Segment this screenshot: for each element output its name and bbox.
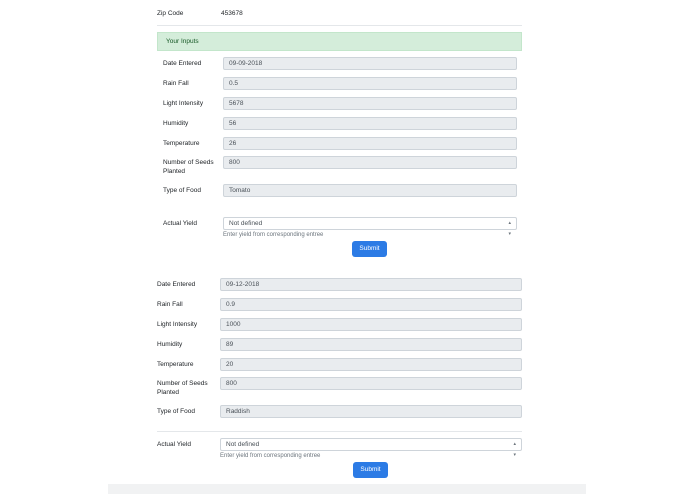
seeds-label-line2: Planted	[157, 389, 180, 396]
light-intensity-label: Light Intensity	[157, 321, 198, 328]
actual-yield-help: Enter yield from corresponding entree	[220, 453, 321, 459]
date-entered-field[interactable]: 09-09-2018	[223, 57, 517, 70]
date-entered-field[interactable]: 09-12-2018	[220, 278, 522, 291]
humidity-field[interactable]: 56	[223, 117, 517, 130]
submit-button[interactable]: Submit	[353, 462, 388, 478]
type-of-food-field[interactable]: Raddish	[220, 405, 522, 418]
humidity-label: Humidity	[157, 341, 183, 348]
type-of-food-field[interactable]: Tomato	[223, 184, 517, 197]
humidity-label: Humidity	[163, 120, 189, 127]
submit-button[interactable]: Submit	[352, 241, 387, 257]
type-of-food-label: Type of Food	[157, 408, 195, 415]
chevron-up-down-icon: ▴ ▾	[513, 441, 516, 458]
date-entered-label: Date Entered	[163, 60, 202, 67]
temperature-field[interactable]: 26	[223, 137, 517, 150]
seeds-planted-field[interactable]: 800	[223, 156, 517, 169]
chevron-up-down-icon: ▴ ▾	[508, 220, 511, 237]
divider	[157, 25, 522, 26]
rain-fall-label: Rain Fall	[163, 80, 189, 87]
zip-code-label: Zip Code	[157, 10, 184, 17]
rain-fall-label: Rain Fall	[157, 301, 183, 308]
light-intensity-field[interactable]: 1000	[220, 318, 522, 331]
temperature-field[interactable]: 20	[220, 358, 522, 371]
zip-code-value: 453678	[221, 10, 243, 17]
your-inputs-banner: Your Inputs	[157, 32, 522, 51]
seeds-label-line1: Number of Seeds	[163, 159, 214, 166]
rain-fall-field[interactable]: 0.9	[220, 298, 522, 311]
actual-yield-select[interactable]: Not defined ▴ ▾	[220, 438, 522, 458]
actual-yield-selected: Not defined	[229, 220, 263, 227]
light-intensity-field[interactable]: 5678	[223, 97, 517, 110]
actual-yield-select[interactable]: Not defined ▴ ▾	[223, 217, 517, 237]
light-intensity-label: Light Intensity	[163, 100, 204, 107]
temperature-label: Temperature	[157, 361, 194, 368]
temperature-label: Temperature	[163, 140, 200, 147]
seeds-label-line1: Number of Seeds	[157, 380, 208, 387]
actual-yield-help: Enter yield from corresponding entree	[223, 232, 324, 238]
page-footer-bar	[108, 484, 586, 494]
rain-fall-field[interactable]: 0.5	[223, 77, 517, 90]
seeds-label-line2: Planted	[163, 168, 186, 175]
divider	[157, 431, 522, 432]
date-entered-label: Date Entered	[157, 281, 196, 288]
type-of-food-label: Type of Food	[163, 187, 201, 194]
actual-yield-label: Actual Yield	[157, 441, 191, 448]
seeds-planted-field[interactable]: 800	[220, 377, 522, 390]
actual-yield-label: Actual Yield	[163, 220, 197, 227]
actual-yield-selected: Not defined	[226, 441, 260, 448]
humidity-field[interactable]: 89	[220, 338, 522, 351]
